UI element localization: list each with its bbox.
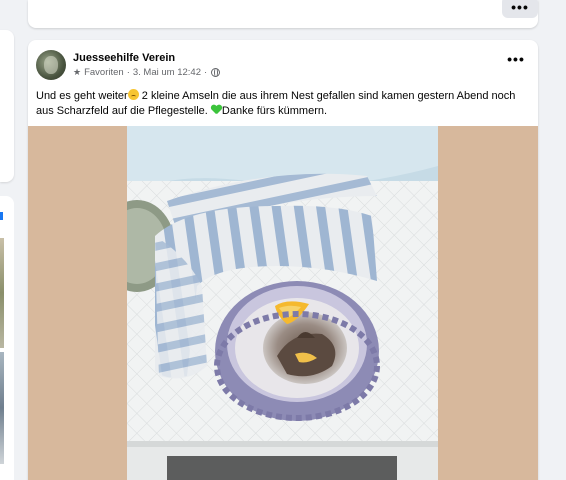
post-text-part: Und es geht weiter: [36, 90, 128, 102]
post-text-part: Danke fürs kümmern.: [221, 105, 328, 117]
green-heart-icon: [211, 105, 222, 115]
post-author-name[interactable]: Juesseehilfe Verein: [73, 52, 175, 64]
meta-separator: ·: [203, 67, 208, 78]
star-icon: ★: [73, 67, 82, 77]
previous-post-more-button[interactable]: •••: [502, 0, 538, 18]
post-timestamp[interactable]: 3. Mai um 12:42: [133, 67, 201, 78]
left-sidebar-card: [0, 30, 14, 182]
post-more-button[interactable]: •••: [506, 51, 526, 68]
meta-separator: ·: [126, 67, 130, 78]
post-photo[interactable]: [127, 126, 438, 480]
more-options-icon: •••: [507, 51, 525, 67]
globe-icon[interactable]: [211, 68, 221, 77]
post-text: Und es geht weiter 2 kleine Amseln die a…: [36, 89, 532, 119]
sidebar-link-marker: [0, 212, 3, 220]
sidebar-thumbnail[interactable]: [0, 352, 4, 464]
sad-face-icon: [127, 89, 139, 100]
author-avatar[interactable]: [36, 50, 66, 80]
feed-post: Juesseehilfe Verein ★ Favoriten · 3. Mai…: [28, 40, 538, 480]
audience-label: Favoriten: [84, 67, 124, 78]
sidebar-thumbnail[interactable]: [0, 238, 4, 348]
previous-post-card: [28, 0, 538, 28]
post-photo-container[interactable]: [28, 126, 538, 480]
photo-birds-in-basket: [127, 126, 438, 480]
more-options-icon: •••: [511, 0, 529, 15]
post-meta: ★ Favoriten · 3. Mai um 12:42 ·: [73, 67, 221, 78]
